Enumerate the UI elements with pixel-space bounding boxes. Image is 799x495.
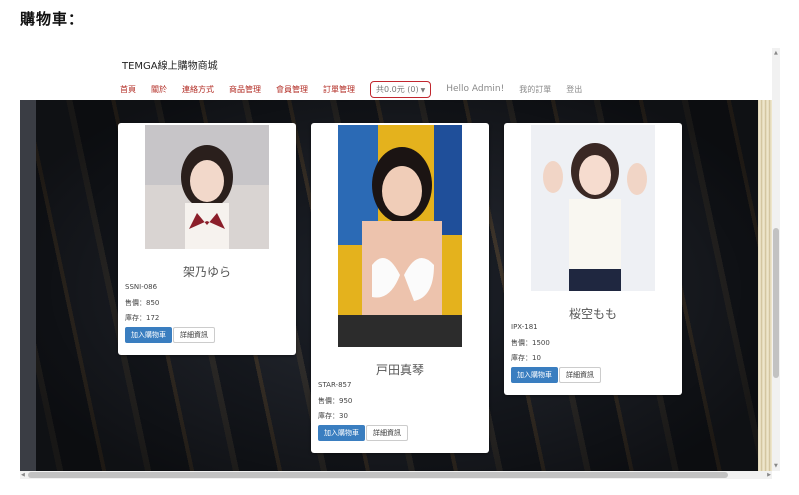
vertical-scroll-thumb[interactable] [773, 228, 779, 378]
nav-product-management[interactable]: 商品管理 [229, 84, 261, 95]
scroll-down-icon[interactable]: ▼ [774, 463, 778, 469]
nav-my-orders[interactable]: 我的訂單 [519, 84, 551, 95]
nav-contact[interactable]: 連絡方式 [182, 84, 214, 95]
product-stock: 庫存：10 [511, 354, 541, 362]
hero-edge-left [20, 100, 36, 479]
product-card: 戸田真琴 STAR-857 售價：950 庫存：30 加入購物車 詳細資訊 [311, 123, 489, 453]
nav-order-management[interactable]: 訂單管理 [323, 84, 355, 95]
page-heading: 購物車： [20, 10, 85, 28]
scroll-up-icon[interactable]: ▲ [774, 50, 778, 56]
product-price: 售價：850 [125, 299, 160, 307]
cart-summary: 共0.0元 (0) [376, 84, 419, 94]
product-card: 架乃ゆら SSNI-086 售價：850 庫存：172 加入購物車 詳細資訊 [118, 123, 296, 355]
nav-logout[interactable]: 登出 [566, 84, 582, 95]
add-to-cart-button[interactable]: 加入購物車 [318, 425, 365, 441]
horizontal-scroll-thumb[interactable] [28, 472, 728, 478]
site-brand[interactable]: TEMGA線上購物商城 [122, 57, 218, 72]
main-nav: 首頁 關於 連絡方式 商品管理 會員管理 訂單管理 共0.0元 (0) ▼ Hel… [120, 80, 597, 98]
nav-about[interactable]: 關於 [151, 84, 167, 95]
scroll-left-icon[interactable]: ◀ [21, 472, 25, 478]
product-name: 戸田真琴 [375, 363, 424, 377]
add-to-cart-button[interactable]: 加入購物車 [511, 367, 558, 383]
caret-down-icon: ▼ [420, 86, 426, 94]
user-greeting[interactable]: Hello Admin! [446, 84, 504, 94]
nav-member-management[interactable]: 會員管理 [276, 84, 308, 95]
hero-edge-right [758, 100, 772, 479]
add-to-cart-button[interactable]: 加入購物車 [125, 327, 172, 343]
product-code: STAR-857 [318, 381, 352, 389]
details-button[interactable]: 詳細資訊 [366, 425, 408, 441]
product-code: SSNI-086 [125, 283, 158, 291]
product-price: 售價：950 [318, 397, 353, 405]
product-name: 桜空もも [568, 307, 617, 321]
nav-home[interactable]: 首頁 [120, 84, 136, 95]
details-button[interactable]: 詳細資訊 [559, 367, 601, 383]
scroll-right-icon[interactable]: ▶ [767, 472, 771, 478]
browser-viewport: TEMGA線上購物商城 首頁 關於 連絡方式 商品管理 會員管理 訂單管理 共0… [20, 48, 780, 479]
product-stock: 庫存：30 [318, 412, 348, 420]
hero-background: 架乃ゆら SSNI-086 售價：850 庫存：172 加入購物車 詳細資訊 戸… [20, 100, 772, 479]
site-header: TEMGA線上購物商城 首頁 關於 連絡方式 商品管理 會員管理 訂單管理 共0… [20, 48, 772, 100]
product-photo[interactable] [531, 125, 655, 291]
product-card: 桜空もも IPX-181 售價：1500 庫存：10 加入購物車 詳細資訊 [504, 123, 682, 395]
product-price: 售價：1500 [511, 339, 550, 347]
details-button[interactable]: 詳細資訊 [173, 327, 215, 343]
product-stock: 庫存：172 [125, 314, 160, 322]
cart-dropdown[interactable]: 共0.0元 (0) ▼ [370, 80, 432, 98]
product-name: 架乃ゆら [182, 265, 231, 279]
product-code: IPX-181 [511, 323, 538, 331]
product-photo[interactable] [338, 125, 462, 347]
product-photo[interactable] [145, 125, 269, 249]
vertical-scrollbar[interactable]: ▲ ▼ [772, 48, 780, 471]
horizontal-scrollbar[interactable]: ◀ ▶ [20, 471, 772, 479]
